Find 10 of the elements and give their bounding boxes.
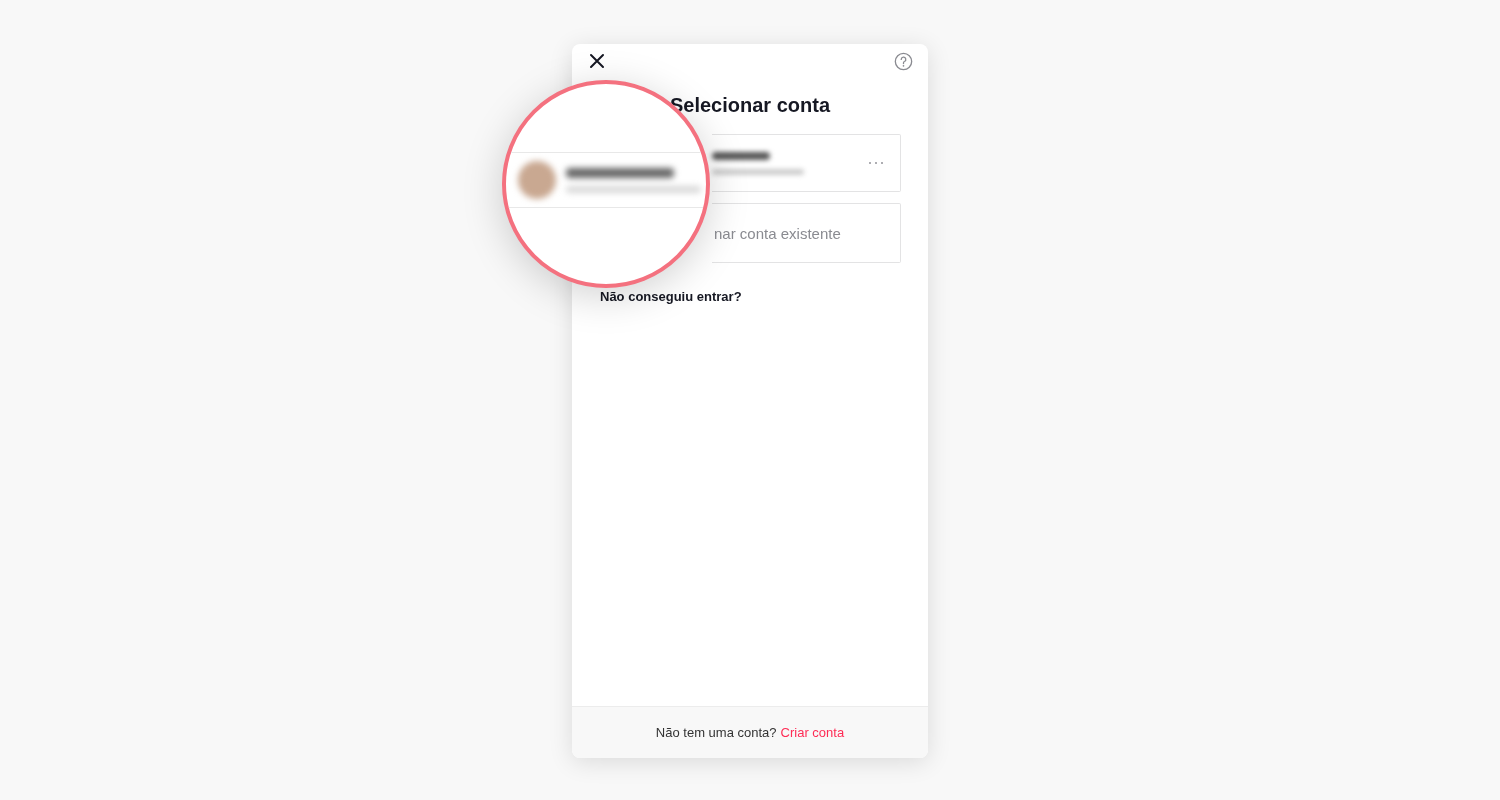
add-account-button[interactable]: nar conta existente bbox=[712, 203, 901, 263]
blurred-avatar bbox=[518, 161, 556, 199]
close-icon[interactable] bbox=[589, 53, 605, 69]
dialog-title: Selecionar conta bbox=[668, 93, 832, 117]
signup-link[interactable]: Criar conta bbox=[780, 725, 845, 740]
more-icon[interactable] bbox=[868, 161, 884, 165]
account-card[interactable] bbox=[712, 134, 901, 192]
help-icon[interactable] bbox=[894, 51, 913, 71]
help-link[interactable]: Não conseguiu entrar? bbox=[600, 289, 742, 304]
footer-text: Não tem uma conta? bbox=[655, 725, 777, 740]
